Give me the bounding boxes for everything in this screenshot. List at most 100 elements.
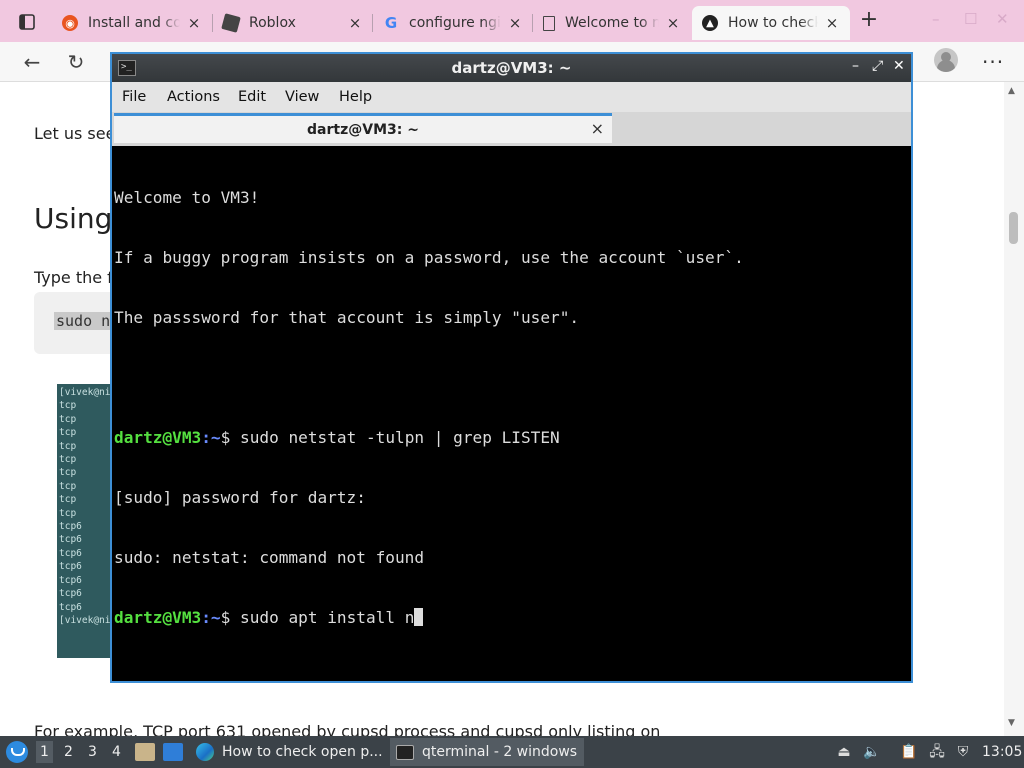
close-tab-icon[interactable]: × <box>507 14 523 32</box>
command-line: dartz@VM3:~$ sudo netstat -tulpn | grep … <box>114 428 909 448</box>
tab-label: Welcome to nginx <box>565 15 659 31</box>
image-text-line: tcp <box>59 440 77 452</box>
minimize-icon[interactable]: – <box>852 58 859 74</box>
volume-icon[interactable]: 🔈 <box>863 743 881 761</box>
image-text-line: tcp <box>59 507 77 519</box>
tab-label: configure nginx <box>409 15 501 31</box>
desktop-4-button[interactable]: 4 <box>112 744 121 760</box>
taskbar: 1 2 3 4 How to check open p... qterminal… <box>0 736 1024 768</box>
terminal-tab[interactable]: dartz@VM3: ~ × <box>114 113 612 143</box>
tab-label: How to check open ports <box>728 15 818 31</box>
image-text-line: tcp6 <box>59 521 82 533</box>
reload-icon[interactable]: ↻ <box>64 50 88 74</box>
image-text-line: tcp <box>59 454 77 466</box>
ubuntu-icon: ◉ <box>62 15 78 31</box>
tab-label: Install and configure <box>88 15 180 31</box>
command-line: dartz@VM3:~$ sudo apt install n <box>114 608 909 628</box>
terminal-menubar: File Actions Edit View Help <box>112 82 911 112</box>
minimize-icon[interactable]: – <box>932 10 940 28</box>
terminal-tab-title: dartz@VM3: ~ <box>307 122 419 138</box>
image-text-line: tcp6 <box>59 588 82 600</box>
image-text-line: tcp <box>59 427 77 439</box>
linux-penguin-icon: ▲ <box>702 15 718 31</box>
prompt-symbol: $ <box>220 608 240 627</box>
network-icon[interactable]: 🖧 <box>928 743 946 761</box>
clock: 13:05 <box>982 744 1023 760</box>
image-text-line: [vivek@ni <box>59 614 111 626</box>
welcome-line: If a buggy program insists on a password… <box>114 248 744 267</box>
scroll-up-icon[interactable]: ▲ <box>1008 86 1015 96</box>
image-text-line: tcp <box>59 494 77 506</box>
close-tab-icon[interactable]: × <box>824 14 840 32</box>
desktop-3-button[interactable]: 3 <box>88 744 97 760</box>
terminal-icon <box>396 744 414 760</box>
task-label: How to check open p... <box>222 744 383 760</box>
more-menu-icon[interactable]: ··· <box>982 50 1004 74</box>
tab-configure-nginx[interactable]: G configure nginx × <box>373 6 533 40</box>
prompt-path: :~ <box>201 428 221 447</box>
terminal-window[interactable]: >_ dartz@VM3: ~ – ⤢ ✕ File Actions Edit … <box>110 52 913 683</box>
image-text-line: tcp6 <box>59 534 82 546</box>
scroll-down-icon[interactable]: ▼ <box>1008 718 1015 728</box>
page-icon <box>543 15 555 31</box>
new-tab-button[interactable]: + <box>858 9 880 32</box>
file-manager-icon[interactable] <box>135 743 155 761</box>
tab-welcome-nginx[interactable]: Welcome to nginx × <box>533 6 691 40</box>
task-label: qterminal - 2 windows <box>422 744 578 760</box>
back-icon[interactable]: ← <box>20 50 44 74</box>
terminal-output[interactable]: Welcome to VM3! If a buggy program insis… <box>112 146 911 681</box>
image-text-line: tcp6 <box>59 547 82 559</box>
prompt-user: dartz@VM3 <box>114 608 202 627</box>
desktop-1-button[interactable]: 1 <box>36 741 53 763</box>
instruction-text: Type the f <box>34 268 113 287</box>
welcome-line: The passsword for that account is simply… <box>114 308 580 327</box>
intro-text: Let us see <box>34 124 116 143</box>
menu-help[interactable]: Help <box>339 89 372 105</box>
task-browser[interactable]: How to check open p... <box>190 738 384 766</box>
desktop-2-button[interactable]: 2 <box>64 744 73 760</box>
close-tab-icon[interactable]: × <box>347 14 363 32</box>
prompt-symbol: $ <box>220 428 240 447</box>
tab-roblox[interactable]: Roblox × <box>213 6 373 40</box>
output-line: [sudo] password for dartz: <box>114 488 366 507</box>
section-heading: Using <box>34 202 113 235</box>
google-icon: G <box>384 14 398 32</box>
command-input[interactable]: sudo apt install n <box>240 608 414 627</box>
maximize-icon[interactable]: ⤢ <box>872 58 883 74</box>
image-text-line: tcp <box>59 480 77 492</box>
image-text-line: tcp <box>59 413 77 425</box>
page-scrollbar[interactable]: ▲ ▼ <box>1004 82 1024 736</box>
edge-icon <box>196 743 214 761</box>
menu-edit[interactable]: Edit <box>238 89 266 105</box>
profile-avatar-icon[interactable] <box>934 48 958 72</box>
task-qterminal[interactable]: qterminal - 2 windows <box>390 738 584 766</box>
welcome-line: Welcome to VM3! <box>114 188 260 207</box>
terminal-titlebar[interactable]: >_ dartz@VM3: ~ – ⤢ ✕ <box>112 54 911 82</box>
upload-tray-icon[interactable]: ⏏ <box>835 743 853 761</box>
image-text-line: tcp6 <box>59 561 82 573</box>
tab-how-to-check[interactable]: ▲ How to check open ports × <box>692 6 850 40</box>
menu-file[interactable]: File <box>122 89 146 105</box>
image-text-line: tcp6 <box>59 601 82 613</box>
start-menu-icon[interactable] <box>6 741 28 763</box>
maximize-icon[interactable]: ☐ <box>964 10 977 28</box>
show-desktop-icon[interactable] <box>163 743 183 761</box>
tab-install-configure[interactable]: ◉ Install and configure × <box>52 6 212 40</box>
menu-view[interactable]: View <box>285 89 319 105</box>
image-text-line: tcp6 <box>59 574 82 586</box>
sidebar-toggle-icon[interactable] <box>12 10 42 34</box>
close-window-icon[interactable]: ✕ <box>996 10 1009 28</box>
roblox-icon <box>221 13 241 33</box>
close-tab-icon[interactable]: × <box>186 14 202 32</box>
scrollbar-thumb[interactable] <box>1009 212 1018 244</box>
menu-actions[interactable]: Actions <box>167 89 220 105</box>
update-icon[interactable]: ⛨ <box>954 743 972 761</box>
image-text-line: tcp <box>59 400 77 412</box>
terminal-screenshot-image: [vivek@ni tcp tcp tcp tcp tcp tcp tcp tcp tcp tcp6… <box>57 384 117 658</box>
close-tab-icon[interactable]: × <box>591 119 604 138</box>
close-window-icon[interactable]: ✕ <box>893 58 905 74</box>
clipboard-icon[interactable]: 📋 <box>900 743 918 761</box>
browser-tab-bar: ◉ Install and configure × Roblox × G con… <box>0 0 1024 42</box>
text-cursor <box>414 608 424 626</box>
close-tab-icon[interactable]: × <box>665 14 681 32</box>
